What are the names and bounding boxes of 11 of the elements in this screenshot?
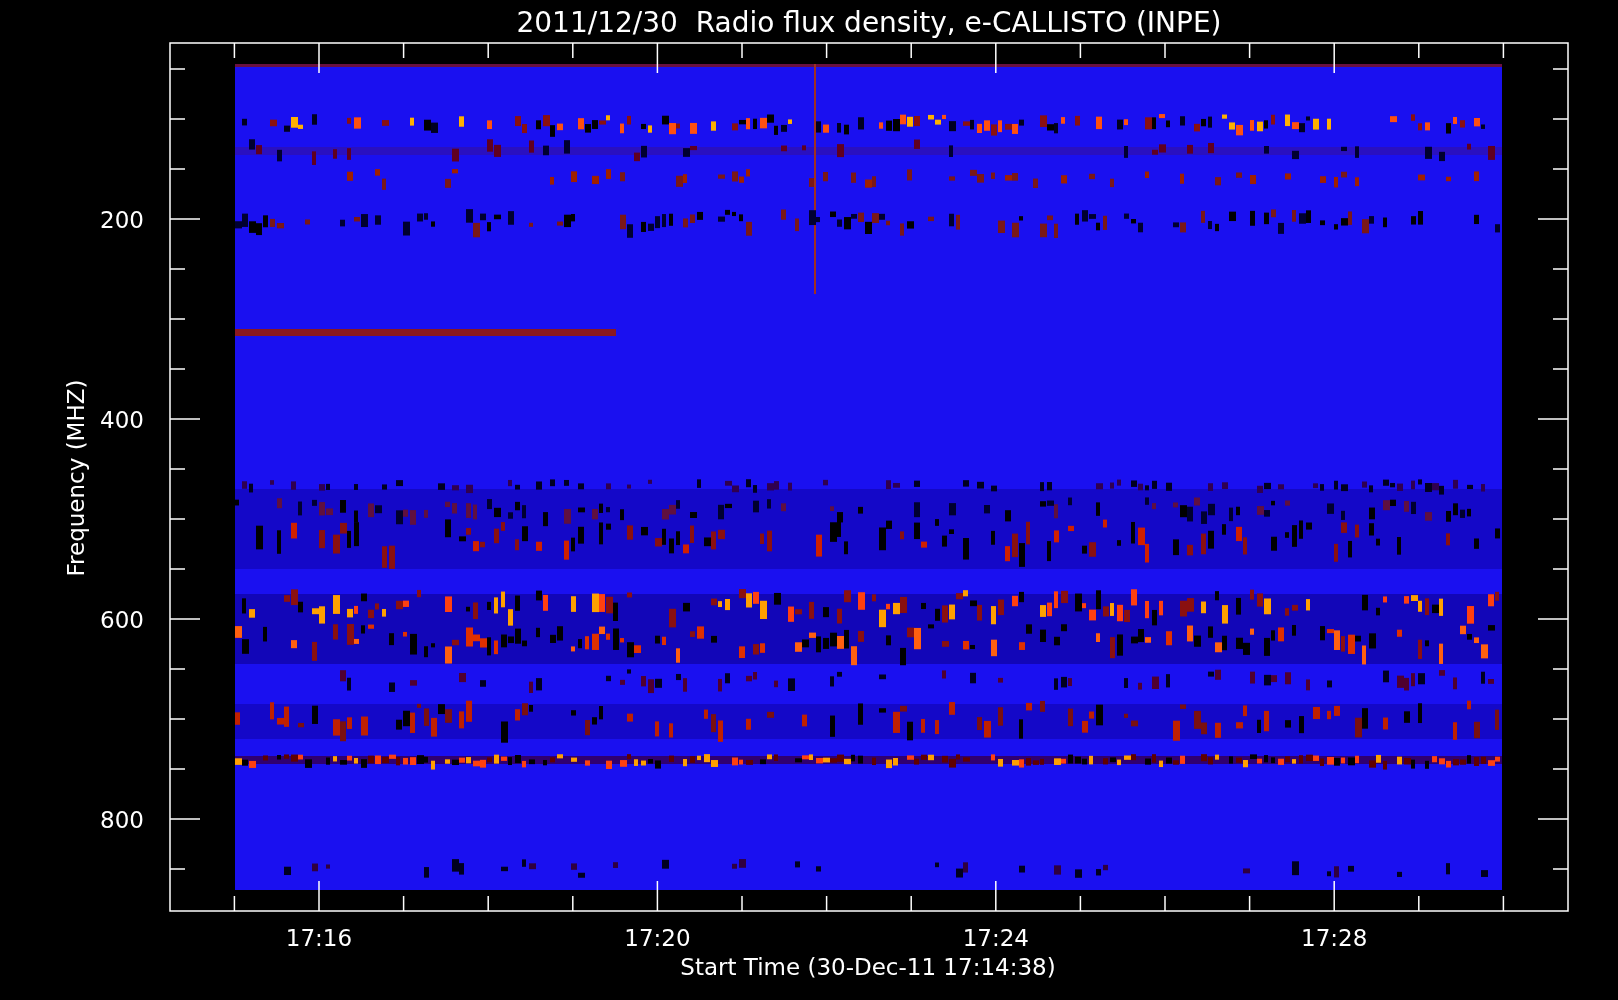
y-tick-label: 400 xyxy=(100,407,144,433)
y-tick-label: 600 xyxy=(100,607,144,633)
x-axis-label: Start Time (30-Dec-11 17:14:38) xyxy=(680,954,1056,980)
y-axis-label: Frequency (MHZ) xyxy=(63,379,89,577)
chart-title: 2011/12/30 Radio flux density, e-CALLISTO (INPE) xyxy=(516,6,1222,39)
x-tick-label: 17:16 xyxy=(285,925,353,951)
y-tick-label: 800 xyxy=(100,807,144,833)
y-tick-label: 200 xyxy=(100,207,144,233)
x-tick-label: 17:28 xyxy=(1301,925,1368,951)
x-tick-label: 17:20 xyxy=(624,925,691,951)
x-tick-label: 17:24 xyxy=(962,925,1029,951)
